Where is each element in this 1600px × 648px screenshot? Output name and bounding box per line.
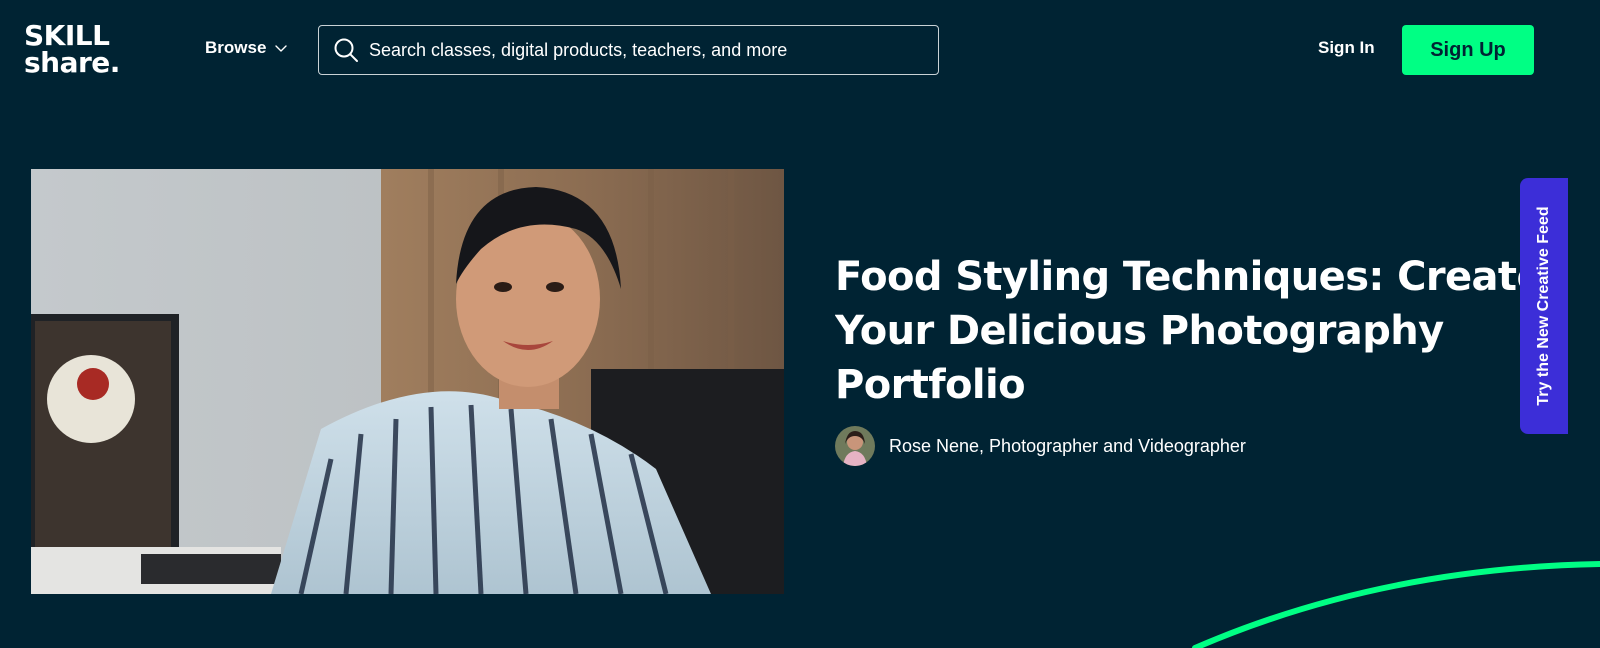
creative-feed-tab[interactable]: Try the New Creative Feed [1520,178,1568,434]
teacher-name[interactable]: Rose Nene, Photographer and Videographer [889,436,1246,457]
instructor-photo [31,169,784,594]
hero-video-thumbnail[interactable] [31,169,784,594]
browse-menu[interactable]: Browse [205,38,288,58]
site-header: SKILL share. Browse Sign In Sign Up [0,0,1600,100]
logo-line-2: share. [24,46,120,79]
chevron-down-icon [275,45,288,52]
teacher-info[interactable]: Rose Nene, Photographer and Videographer [835,426,1246,466]
browse-label: Browse [205,38,267,57]
search-icon[interactable] [331,35,361,65]
teacher-avatar[interactable] [835,426,875,466]
creative-feed-label: Try the New Creative Feed [1535,206,1552,406]
skillshare-logo[interactable]: SKILL share. [24,19,160,79]
search-bar[interactable] [318,25,939,75]
sign-in-link[interactable]: Sign In [1318,38,1375,58]
class-title: Food Styling Techniques: Create Your Del… [835,254,1544,408]
decorative-swoosh [1192,561,1600,648]
logo-line-1: SKILL [24,19,110,52]
search-input[interactable] [367,38,907,62]
sign-up-button[interactable]: Sign Up [1402,25,1534,75]
